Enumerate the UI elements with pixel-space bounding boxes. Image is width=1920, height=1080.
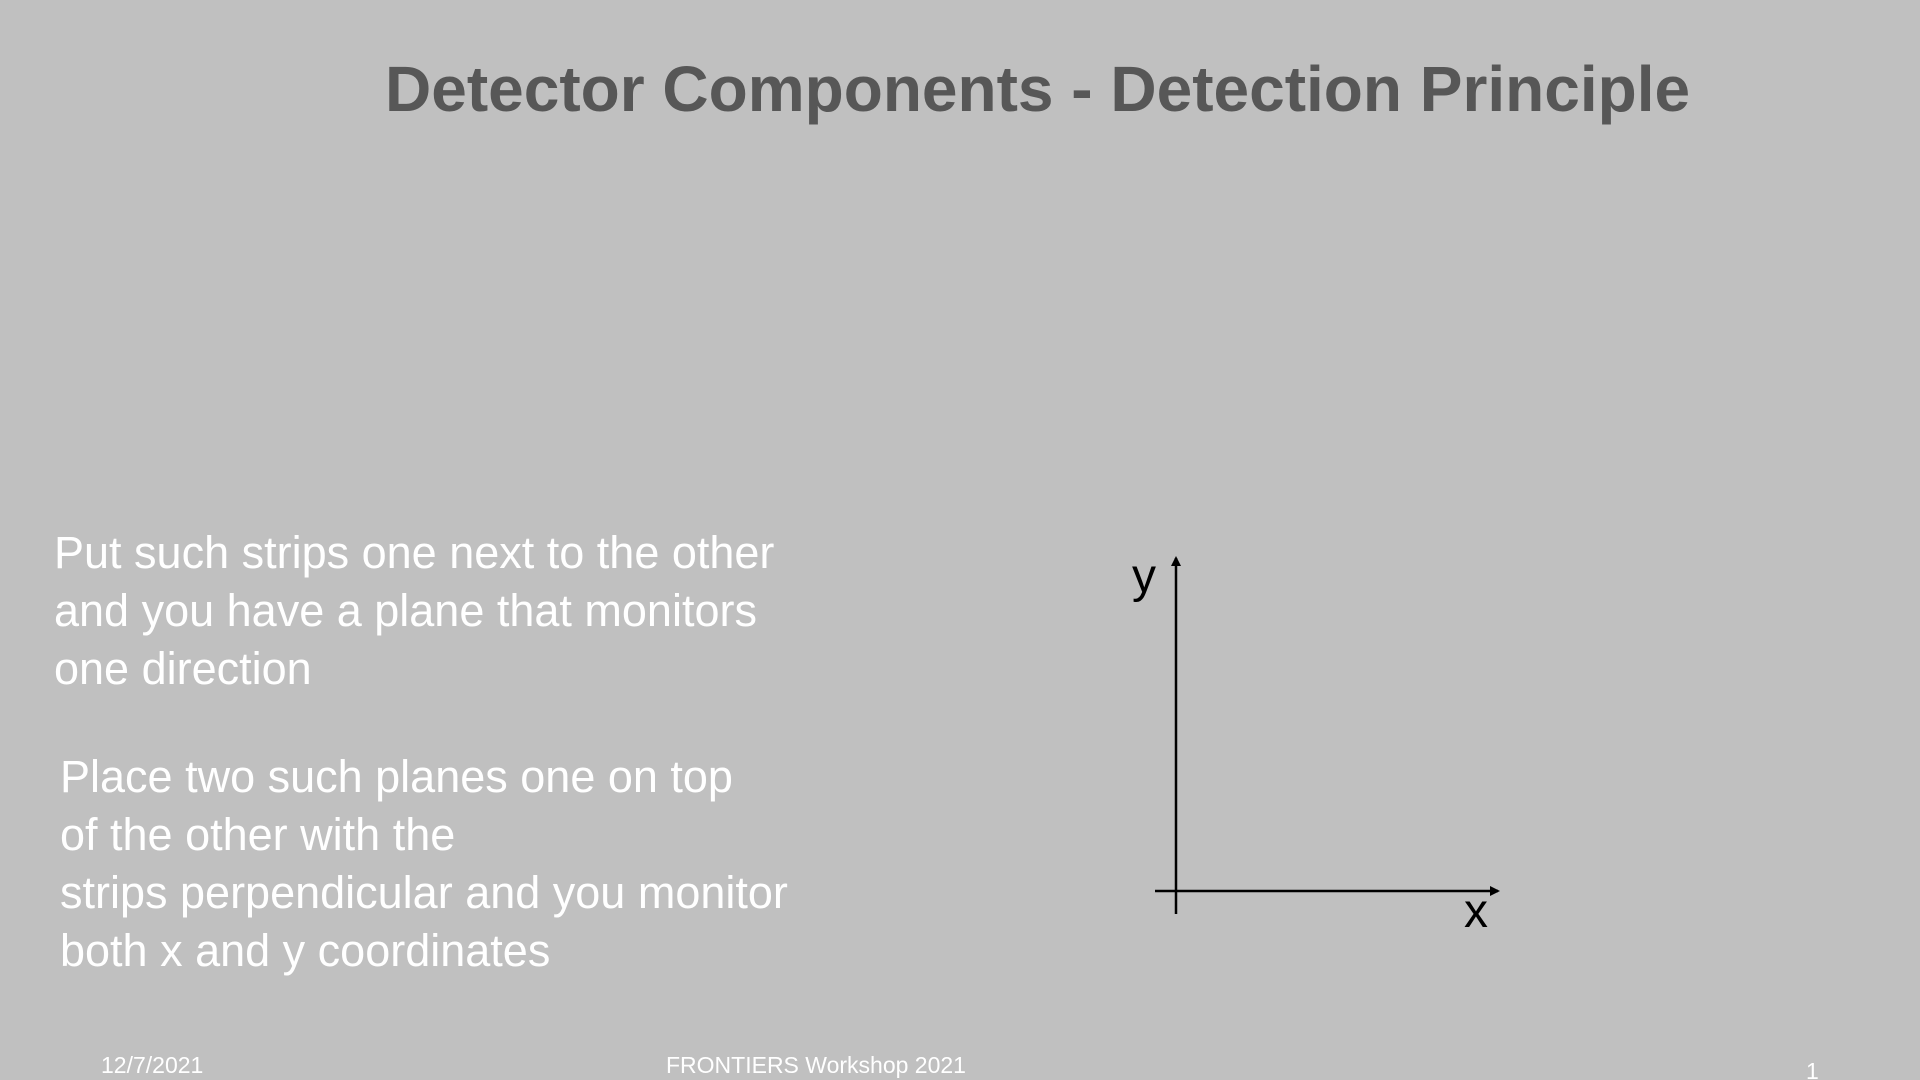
- page-number: 1: [1806, 1058, 1819, 1080]
- x-axis-label: x: [1464, 885, 1488, 938]
- slide-title: Detector Components - Detection Principl…: [385, 53, 1691, 125]
- paragraph-two-planes: Place two such planes one on top of the …: [60, 748, 788, 980]
- paragraph-line: Place two such planes one on top: [60, 751, 733, 802]
- paragraph-line: Put such strips one next to the other: [54, 527, 775, 578]
- footer-event: FRONTIERS Workshop 2021: [666, 1052, 966, 1078]
- paragraph-line: strips perpendicular and you monitor: [60, 867, 788, 918]
- paragraph-line: of the other with the: [60, 809, 456, 860]
- paragraph-strips-plane: Put such strips one next to the other an…: [54, 524, 774, 698]
- paragraph-line: one direction: [54, 643, 312, 694]
- paragraph-line: and you have a plane that monitors: [54, 585, 757, 636]
- paragraph-line: both x and y coordinates: [60, 925, 551, 976]
- footer-date: 12/7/2021: [101, 1052, 204, 1078]
- slide: Detector Components - Detection Principl…: [0, 0, 1920, 1080]
- y-axis-label: y: [1132, 550, 1156, 603]
